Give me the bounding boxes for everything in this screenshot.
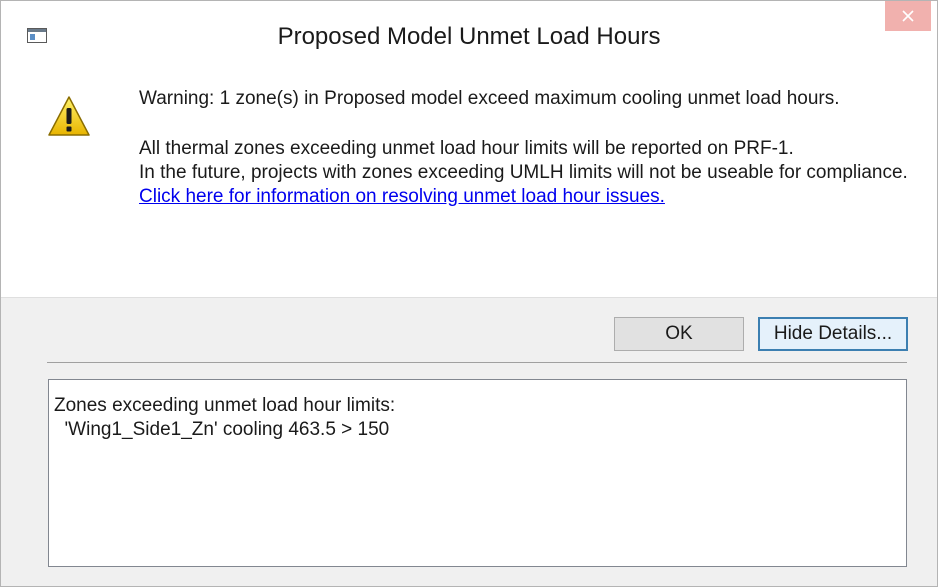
divider [47,362,907,363]
warning-icon [48,96,90,136]
info-link[interactable]: Click here for information on resolving … [139,186,665,207]
warning-message: Warning: 1 zone(s) in Proposed model exc… [139,88,840,109]
close-button[interactable] [885,1,931,31]
window-title: Proposed Model Unmet Load Hours [277,23,661,50]
message-text: Warning: 1 zone(s) in Proposed model exc… [139,87,909,209]
ok-button[interactable]: OK [614,317,744,351]
dialog-window: Proposed Model Unmet Load Hours Warning:… [0,0,938,587]
message-area: Warning: 1 zone(s) in Proposed model exc… [1,75,937,298]
title-bar[interactable]: Proposed Model Unmet Load Hours [1,1,937,75]
close-icon [902,10,914,22]
details-textbox[interactable]: Zones exceeding unmet load hour limits: … [48,379,907,567]
future-message: In the future, projects with zones excee… [139,162,908,183]
report-message: All thermal zones exceeding unmet load h… [139,138,794,159]
hide-details-button[interactable]: Hide Details... [758,317,908,351]
